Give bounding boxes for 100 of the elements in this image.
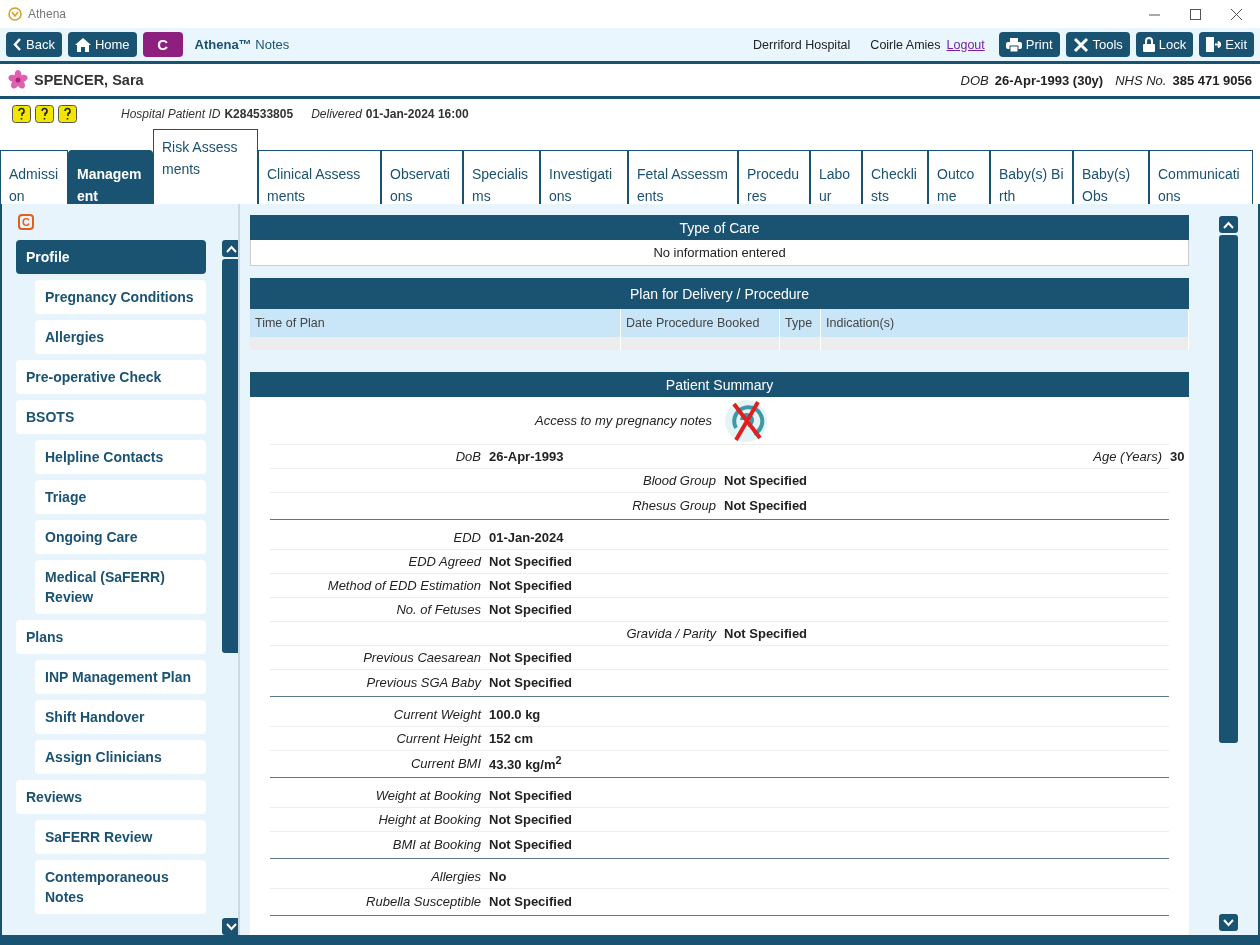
field-label: DoB bbox=[454, 449, 481, 464]
field-value: Not Specified bbox=[489, 674, 573, 690]
sidebar-item[interactable]: Assign Clinicians bbox=[35, 740, 206, 774]
field-label: Rubella Susceptible bbox=[365, 893, 481, 909]
main-scrollbar[interactable] bbox=[1218, 216, 1238, 931]
delivered-label: Delivered bbox=[311, 107, 362, 121]
section-header: Patient Summary bbox=[250, 372, 1189, 397]
sidebar-item[interactable]: Ongoing Care bbox=[35, 520, 206, 554]
sidebar-item[interactable]: Contemporaneous Notes bbox=[35, 860, 206, 914]
print-button[interactable]: Print bbox=[998, 32, 1060, 57]
back-button[interactable]: Back bbox=[6, 32, 62, 57]
field-value: 26-Apr-1993 bbox=[489, 449, 565, 464]
logout-link[interactable]: Logout bbox=[946, 37, 985, 52]
field-label: Current Weight bbox=[392, 707, 481, 722]
tab[interactable]: Risk Assessments bbox=[153, 129, 258, 204]
tab[interactable]: Baby(s) Birth bbox=[990, 150, 1073, 204]
field-label: EDD bbox=[452, 530, 481, 545]
patient-name: SPENCER, Sara bbox=[34, 72, 144, 88]
dob-value: 26-Apr-1993 (30y) bbox=[994, 72, 1104, 88]
printer-icon bbox=[1005, 37, 1022, 52]
home-button[interactable]: Home bbox=[67, 32, 137, 57]
tab[interactable]: Fetal Assessments bbox=[628, 150, 738, 204]
sidebar-item[interactable]: Allergies bbox=[35, 320, 206, 354]
field-value: Not Specified bbox=[489, 812, 573, 827]
tab[interactable]: Procedures bbox=[738, 150, 810, 204]
lock-icon bbox=[1142, 37, 1155, 52]
sidebar-item[interactable]: SaFERR Review bbox=[35, 820, 206, 854]
sidebar-item[interactable]: INP Management Plan bbox=[35, 660, 206, 694]
alert-info-icon[interactable] bbox=[58, 105, 77, 123]
dob-label: DOB bbox=[960, 72, 989, 88]
field-value: Not Specified bbox=[724, 473, 808, 488]
tab[interactable]: Communications bbox=[1149, 150, 1253, 204]
tab[interactable]: Baby(s) Obs bbox=[1073, 150, 1149, 204]
chevron-up-icon[interactable] bbox=[1222, 220, 1234, 229]
tab[interactable]: Observations bbox=[381, 150, 463, 204]
nhs-value: 385 471 9056 bbox=[1172, 72, 1252, 88]
field-value: 01-Jan-2024 bbox=[489, 530, 564, 545]
tools-button[interactable]: Tools bbox=[1065, 32, 1130, 57]
chevron-up-icon[interactable] bbox=[226, 244, 237, 253]
field-value: Not Specified bbox=[724, 626, 808, 641]
flower-icon bbox=[8, 70, 28, 90]
app-logo-icon bbox=[8, 7, 22, 21]
tab[interactable]: Outcome bbox=[928, 150, 990, 204]
sidebar-item[interactable]: Helpline Contacts bbox=[35, 440, 206, 474]
tab[interactable]: Labour bbox=[810, 150, 862, 204]
field-label: No. of Fetuses bbox=[395, 602, 481, 617]
access-label: Access to my pregnancy notes bbox=[535, 413, 713, 428]
alert-home-icon[interactable] bbox=[35, 105, 54, 123]
app-name: Athena™ Notes bbox=[194, 37, 290, 52]
sidebar-item[interactable]: Triage bbox=[35, 480, 206, 514]
sidebar-item[interactable]: Pregnancy Conditions bbox=[35, 280, 206, 314]
field-label: Weight at Booking bbox=[374, 788, 481, 803]
field-value: Not Specified bbox=[489, 578, 573, 593]
field-label: Previous SGA Baby bbox=[365, 674, 481, 690]
field-value: No bbox=[489, 869, 507, 884]
sidebar-item[interactable]: Plans bbox=[16, 620, 206, 654]
close-icon[interactable] bbox=[1231, 8, 1242, 20]
sidebar-item[interactable]: Medical (SaFERR) Review bbox=[35, 560, 206, 614]
tab[interactable]: Checklists bbox=[862, 150, 928, 204]
field-label: Rhesus Group bbox=[631, 497, 716, 513]
sidebar-item[interactable]: Reviews bbox=[16, 780, 206, 814]
tab[interactable]: Investigations bbox=[540, 150, 628, 204]
field-value: Not Specified bbox=[489, 650, 573, 665]
field-label: Gravida / Parity bbox=[625, 626, 716, 641]
empty-message: No information entered bbox=[250, 240, 1189, 266]
alert-list-icon[interactable] bbox=[12, 105, 31, 123]
field-label: Allergies bbox=[430, 869, 481, 884]
tab[interactable]: Admission bbox=[0, 150, 68, 204]
c-badge[interactable]: C bbox=[142, 32, 183, 57]
exit-button[interactable]: Exit bbox=[1199, 32, 1254, 57]
maximize-icon[interactable] bbox=[1190, 8, 1201, 20]
tab[interactable]: Management bbox=[68, 150, 153, 204]
field-value: Not Specified bbox=[489, 893, 573, 909]
field-value: 100.0 kg bbox=[489, 707, 541, 722]
field-value: Not Specified bbox=[489, 554, 573, 569]
chevron-down-icon[interactable] bbox=[1222, 918, 1234, 927]
delivered-value: 01-Jan-2024 16:00 bbox=[365, 107, 469, 121]
field-value: 43.30 kg/m$^{2}$ bbox=[489, 753, 562, 773]
patient-id-value: K284533805 bbox=[224, 107, 294, 121]
tab[interactable]: Specialisms bbox=[463, 150, 540, 204]
field-value: 30 bbox=[1170, 449, 1185, 464]
field-value: Not Specified bbox=[489, 602, 573, 617]
sidebar-item[interactable]: BSOTS bbox=[16, 400, 206, 434]
sidebar-scrollbar[interactable] bbox=[222, 240, 238, 935]
field-label: Blood Group bbox=[642, 473, 716, 488]
field-value: 152 cm bbox=[489, 731, 534, 746]
section-header: Plan for Delivery / Procedure bbox=[250, 278, 1189, 309]
field-label: Height at Booking bbox=[377, 812, 481, 827]
section-header: Type of Care bbox=[250, 215, 1189, 240]
sidebar-item[interactable]: Profile bbox=[16, 240, 206, 274]
sidebar-item[interactable]: Pre-operative Check bbox=[16, 360, 206, 394]
nhs-label: NHS No. bbox=[1115, 72, 1167, 88]
window-title: Athena bbox=[28, 7, 67, 21]
field-value: Not Specified bbox=[489, 788, 573, 803]
lock-button[interactable]: Lock bbox=[1135, 32, 1194, 57]
no-access-icon bbox=[724, 397, 769, 444]
chevron-down-icon[interactable] bbox=[226, 922, 237, 931]
sidebar-item[interactable]: Shift Handover bbox=[35, 700, 206, 734]
field-label: BMI at Booking bbox=[391, 836, 481, 852]
tab[interactable]: Clinical Assessments bbox=[258, 150, 381, 204]
